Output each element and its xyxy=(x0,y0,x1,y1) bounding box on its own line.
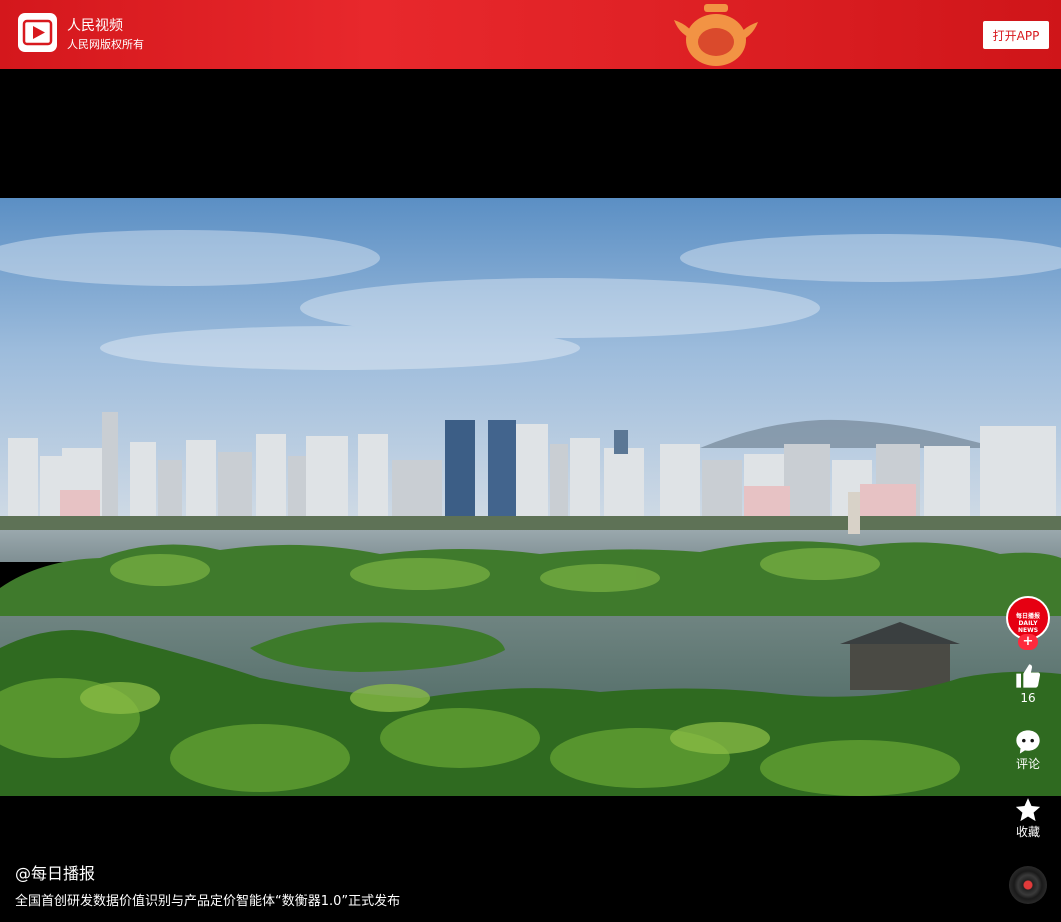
like-button[interactable]: 16 xyxy=(1003,662,1053,706)
thumbs-up-icon xyxy=(1016,664,1041,688)
video-player[interactable] xyxy=(0,198,1061,796)
app-name: 人民视频 xyxy=(67,18,123,34)
open-app-button[interactable]: 打开APP xyxy=(983,21,1049,49)
music-disc-icon[interactable] xyxy=(1009,866,1047,904)
favorite-label: 收藏 xyxy=(1015,825,1040,839)
star-icon xyxy=(1015,798,1041,822)
video-title: 全国首创研发数据价值识别与产品定价智能体“数衡器1.0”正式发布 xyxy=(15,894,401,909)
avatar-text-line2: DAILY NEWS xyxy=(1017,620,1039,634)
avatar-text-line1: 每日播报 xyxy=(1015,613,1040,620)
chat-bubble-icon xyxy=(1016,730,1040,754)
favorite-button[interactable]: 收藏 xyxy=(1003,796,1053,840)
decorative-lantern-graphic xyxy=(674,4,758,66)
follow-button[interactable]: + xyxy=(1018,634,1038,650)
video-author[interactable]: @每日播报 xyxy=(15,864,95,884)
play-icon xyxy=(22,19,53,46)
comment-button[interactable]: 评论 xyxy=(1003,728,1053,772)
like-count: 16 xyxy=(1020,691,1036,705)
comment-label: 评论 xyxy=(1015,757,1040,771)
video-frame-cityscape xyxy=(0,198,1061,796)
app-logo xyxy=(18,13,57,52)
app-download-banner: 人民视频 人民网版权所有 打开APP xyxy=(0,0,1061,69)
app-copyright: 人民网版权所有 xyxy=(67,38,144,51)
